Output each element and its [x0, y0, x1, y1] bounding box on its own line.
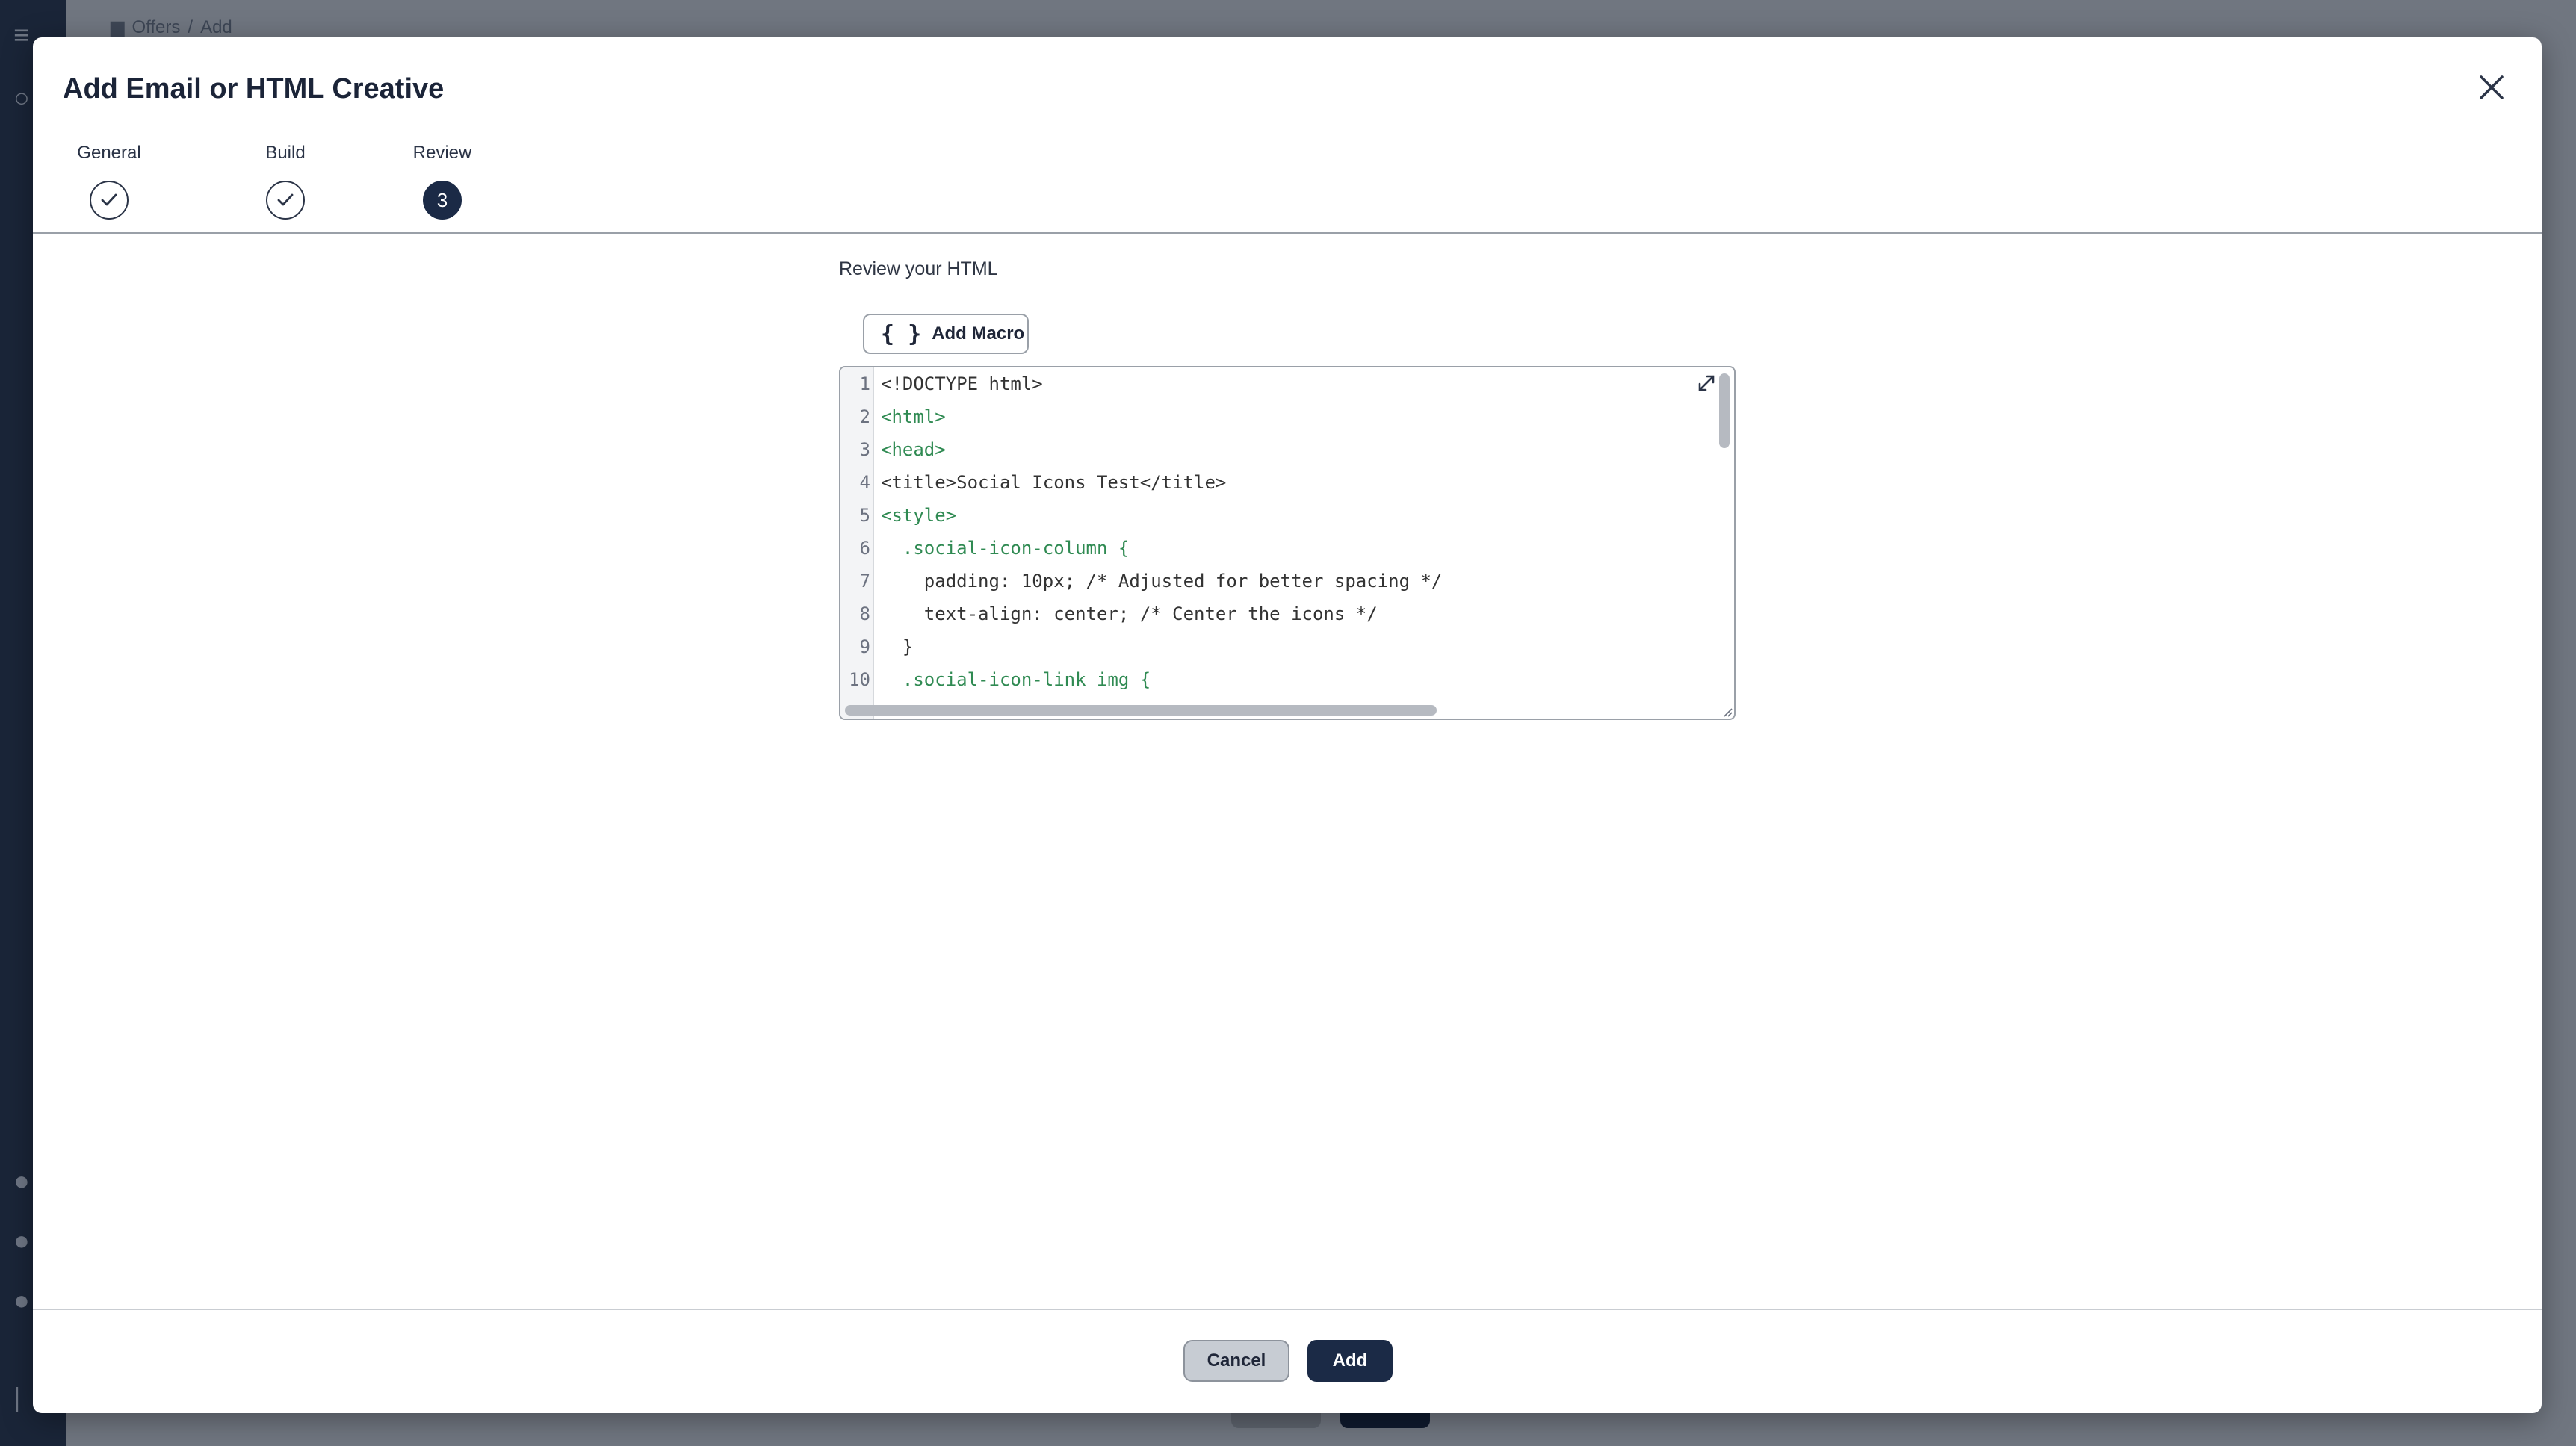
- add-macro-label: Add Macro: [932, 323, 1025, 344]
- code-line-7: 7 padding: 10px; /* Adjusted for better …: [859, 571, 1443, 592]
- breadcrumb-separator: /: [188, 16, 193, 37]
- modal-title: Add Email or HTML Creative: [63, 73, 445, 105]
- expand-icon: [1698, 375, 1715, 391]
- footer-divider: [33, 1309, 2542, 1310]
- code-text: <style>: [881, 505, 957, 526]
- step-general[interactable]: General: [34, 140, 184, 220]
- add-macro-button[interactable]: { } Add Macro: [863, 314, 1029, 354]
- collapse-icon: |: [13, 1382, 21, 1412]
- code-line-5: 5 <style>: [859, 505, 957, 526]
- breadcrumb: ▆ Offers / Add: [111, 16, 232, 38]
- user-icon: ●: [13, 1225, 30, 1256]
- code-text: }: [881, 636, 914, 657]
- add-creative-modal: Add Email or HTML Creative General Build: [33, 37, 2542, 1413]
- stepper: General Build Review 3: [33, 140, 2542, 252]
- code-text: text-align: center; /* Center the icons …: [881, 603, 1378, 624]
- expand-editor-button[interactable]: [1695, 372, 1718, 394]
- step-active-circle: 3: [423, 181, 462, 220]
- code-text: .social-icon-column {: [881, 538, 1130, 559]
- html-code-editor[interactable]: 1 <!DOCTYPE html> 2 <html> 3 <head> 4 <title…: [839, 366, 1736, 720]
- close-button[interactable]: [2473, 69, 2510, 106]
- breadcrumb-add: Add: [200, 16, 232, 37]
- cancel-button[interactable]: Cancel: [1183, 1340, 1289, 1382]
- add-button[interactable]: Add: [1307, 1340, 1393, 1382]
- code-line-2: 2 <html>: [859, 406, 946, 427]
- code-line-4: 4 <title>Social Icons Test</title>: [859, 472, 1227, 493]
- code-text: padding: 10px; /* Adjusted for better sp…: [881, 571, 1443, 592]
- review-label: Review your HTML: [839, 258, 998, 279]
- step-label: Build: [265, 143, 306, 163]
- code-text: <title>Social Icons Test</title>: [881, 472, 1227, 493]
- code-line-8: 8 text-align: center; /* Center the icon…: [859, 603, 1378, 624]
- horizontal-scrollbar[interactable]: [845, 705, 1437, 716]
- code-text: <!DOCTYPE html>: [881, 373, 1043, 394]
- folder-icon: ▆: [111, 17, 125, 37]
- step-label: General: [77, 143, 141, 163]
- code-line-10: 10 .social-icon-link img {: [849, 669, 1151, 690]
- code-line-3: 3 <head>: [859, 439, 946, 460]
- resize-handle-icon[interactable]: [1721, 705, 1733, 717]
- breadcrumb-offers: Offers: [131, 16, 181, 37]
- close-icon: [2480, 75, 2504, 99]
- stepper-line: [33, 232, 2542, 234]
- step-complete-circle: [90, 181, 129, 220]
- step-review[interactable]: Review 3: [368, 140, 517, 220]
- menu-icon: ≡: [13, 19, 30, 50]
- code-text: .social-icon-link img {: [881, 669, 1151, 690]
- vertical-scrollbar[interactable]: [1719, 373, 1730, 448]
- code-text: <head>: [881, 439, 946, 460]
- check-icon: [277, 193, 294, 206]
- bell-icon: ●: [13, 1165, 30, 1196]
- search-icon: ○: [13, 82, 30, 113]
- check-icon: [101, 193, 117, 206]
- braces-icon: { }: [881, 320, 922, 347]
- code-line-6: 6 .social-icon-column {: [859, 538, 1130, 559]
- code-text: <html>: [881, 406, 946, 427]
- code-line-1: 1 <!DOCTYPE html>: [859, 373, 1043, 394]
- chat-icon: ●: [13, 1285, 30, 1315]
- code-line-9: 9 }: [859, 636, 914, 657]
- step-complete-circle: [266, 181, 305, 220]
- step-label: Review: [412, 143, 472, 163]
- step-build[interactable]: Build: [211, 140, 360, 220]
